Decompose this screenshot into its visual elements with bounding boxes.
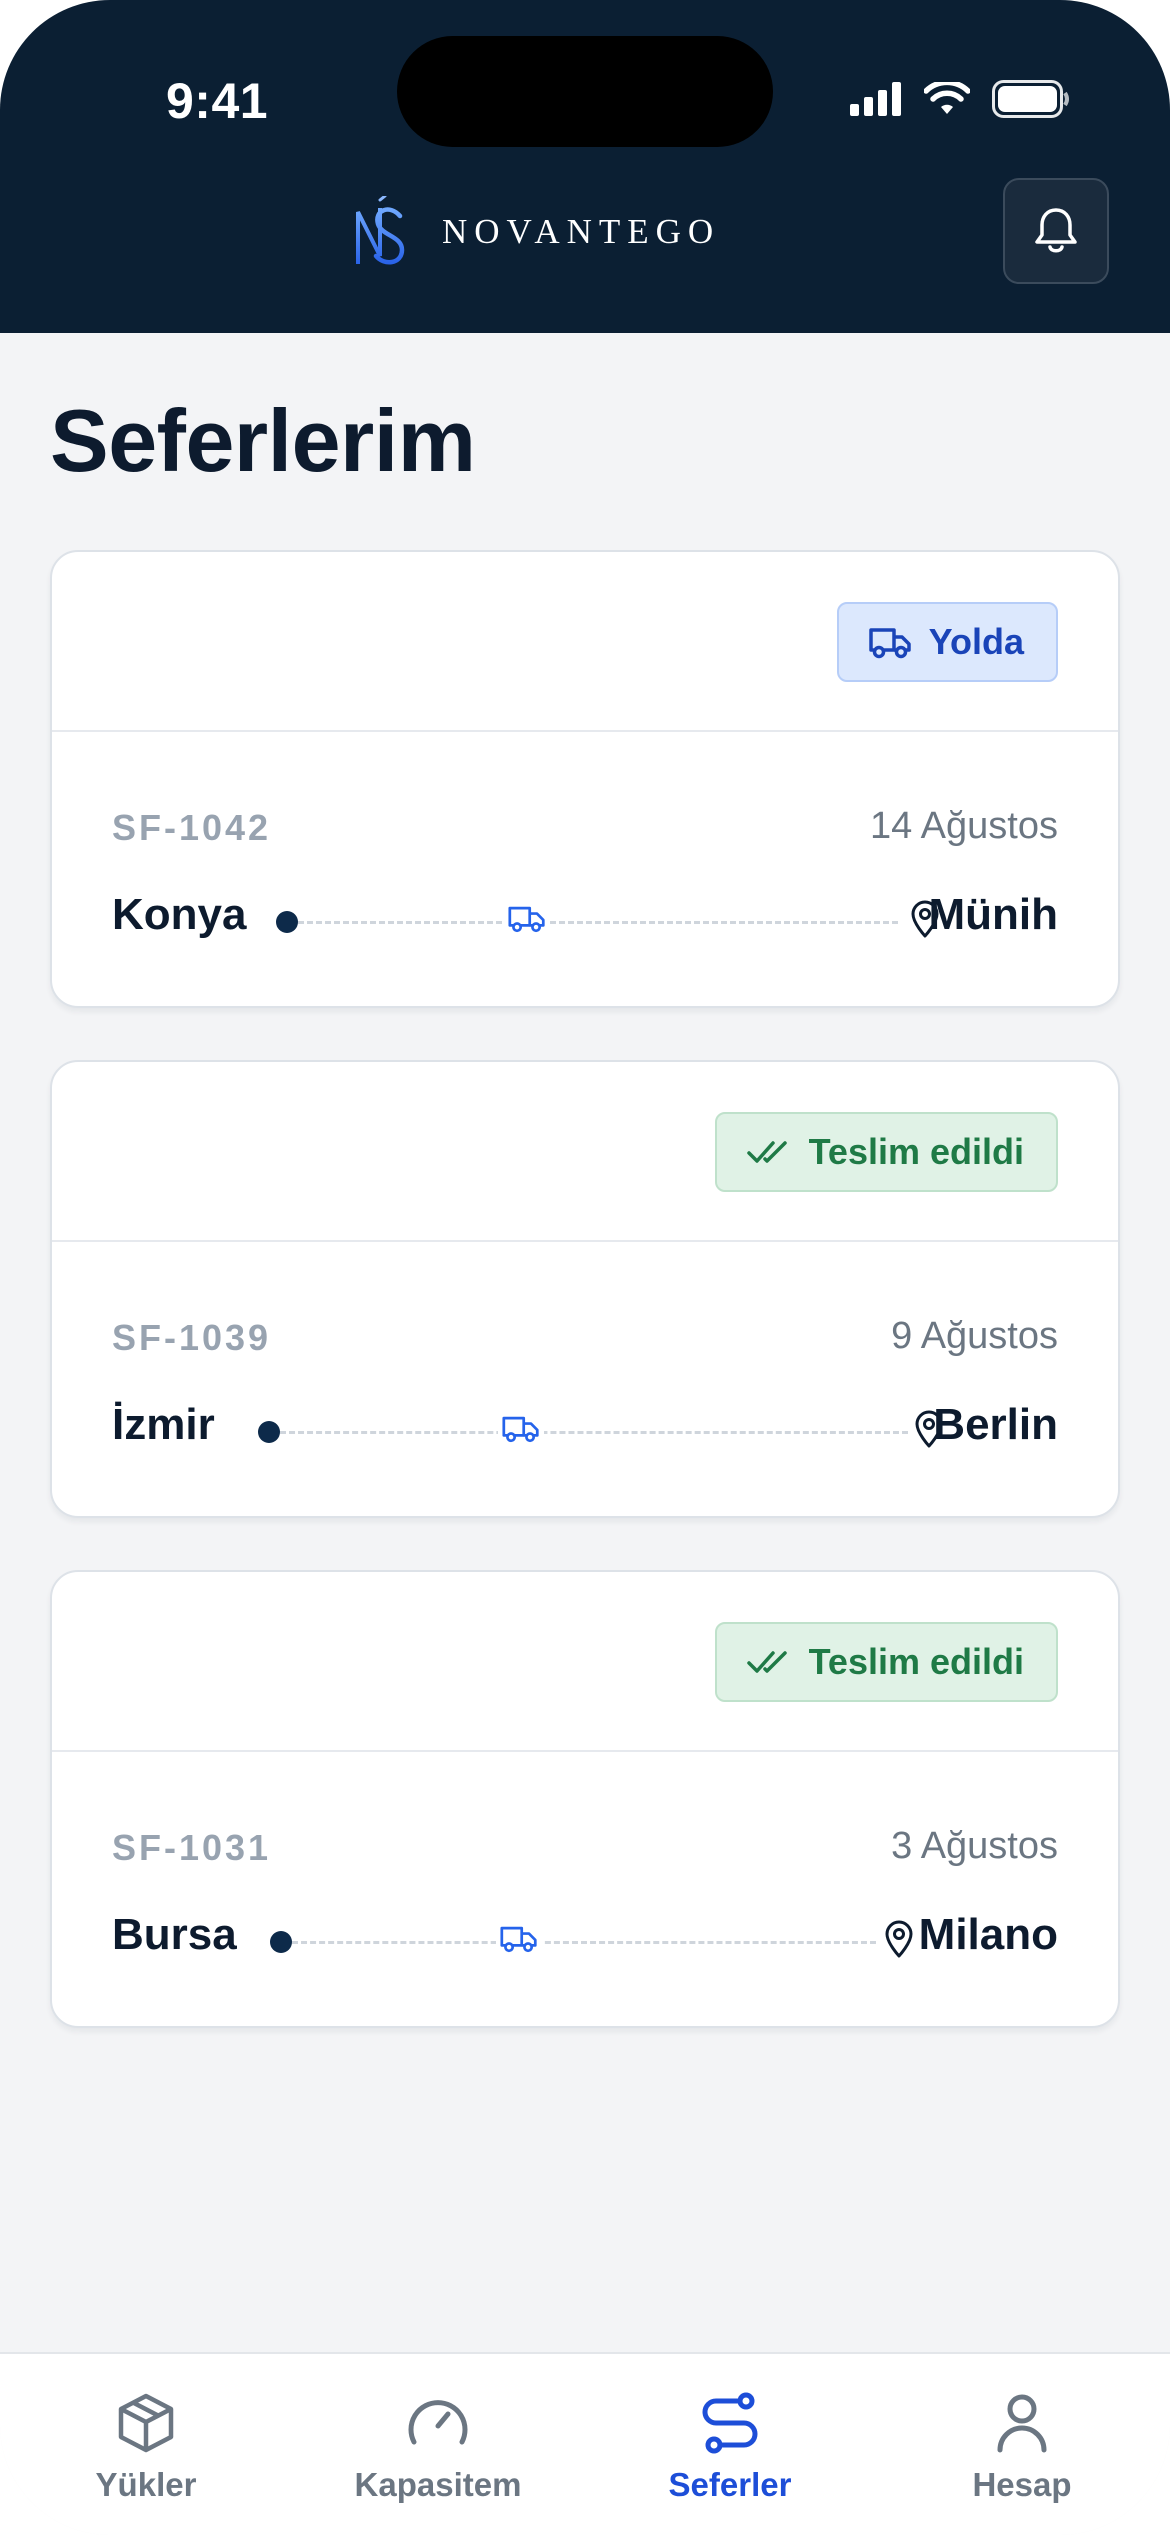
location-pin-icon [878,1917,914,1961]
route-line [258,1407,944,1457]
route-line [276,897,940,947]
destination-city: Münih [928,890,1058,939]
status-label: Teslim edildi [808,1641,1024,1682]
tab-trips[interactable]: Seferler [620,2390,840,2504]
route-line [270,1917,930,1967]
card-header: Teslim edildi [52,1062,1118,1242]
dynamic-island [397,36,773,147]
trip-ref: SF-1031 [112,1827,272,1868]
tab-label: Kapasitem [354,2466,522,2503]
trip-ref: SF-1042 [112,807,272,848]
status-time: 9:41 [166,73,269,129]
trip-date: 14 Ağustos [869,805,1058,847]
tab-capacity[interactable]: Kapasitem [328,2390,548,2504]
origin-city: Konya [112,890,247,939]
trip-card[interactable]: Yolda SF-1042 14 Ağustos Konya Münih [50,550,1120,1008]
truck-icon [498,1413,544,1445]
status-label: Yolda [928,621,1024,662]
destination-city: Berlin [933,1400,1058,1449]
trip-date: 9 Ağustos [891,1315,1058,1357]
logo-mark-icon [356,196,405,265]
truck-icon [868,628,911,659]
origin-dot [258,1421,280,1443]
trip-card[interactable]: Teslim edildi SF-1039 9 Ağustos İzmir Be… [50,1060,1120,1518]
trip-ref: SF-1039 [112,1317,272,1358]
tab-account[interactable]: Hesap [912,2390,1132,2504]
tab-label: Yükler [95,2466,197,2503]
app-screen: 9:41 NOVANTEGO Seferlerim Yolda SF-1042 … [0,0,1170,2535]
wifi-icon [924,82,970,114]
bottom-tab-bar: Yükler Kapasitem Seferler Hesap [0,2352,1170,2535]
brand-logo: NOVANTEGO [352,196,720,268]
destination-city: Milano [918,1910,1058,1959]
app-header: 9:41 NOVANTEGO [0,0,1170,333]
status-icons [850,80,1070,118]
gauge-icon [408,2400,468,2445]
route-icon [702,2392,758,2454]
signal-icon [850,82,901,116]
origin-dot [276,911,298,933]
status-badge: Teslim edildi [714,1112,1058,1192]
double-check-icon [746,1651,787,1673]
origin-dot [270,1931,292,1953]
truck-icon [504,903,550,935]
status-badge: Teslim edildi [714,1622,1058,1702]
user-icon [997,2394,1047,2453]
truck-icon [496,1923,542,1955]
trip-card[interactable]: Teslim edildi SF-1031 3 Ağustos Bursa Mi… [50,1570,1120,2028]
status-label: Teslim edildi [808,1131,1024,1172]
page-title: Seferlerim [50,391,476,490]
card-header: Teslim edildi [52,1572,1118,1752]
tab-loads[interactable]: Yükler [36,2390,256,2504]
origin-city: İzmir [112,1400,215,1449]
card-header: Yolda [52,552,1118,732]
tab-label: Seferler [668,2466,792,2503]
double-check-icon [746,1141,787,1163]
tab-label: Hesap [972,2466,1072,2503]
battery-icon [992,80,1069,118]
trip-date: 3 Ağustos [891,1825,1058,1867]
bell-icon [1035,208,1077,253]
notifications-button[interactable] [1003,178,1109,284]
origin-city: Bursa [112,1910,237,1959]
brand-name: NOVANTEGO [442,212,721,251]
status-badge: Yolda [836,602,1058,682]
package-icon [118,2393,174,2453]
